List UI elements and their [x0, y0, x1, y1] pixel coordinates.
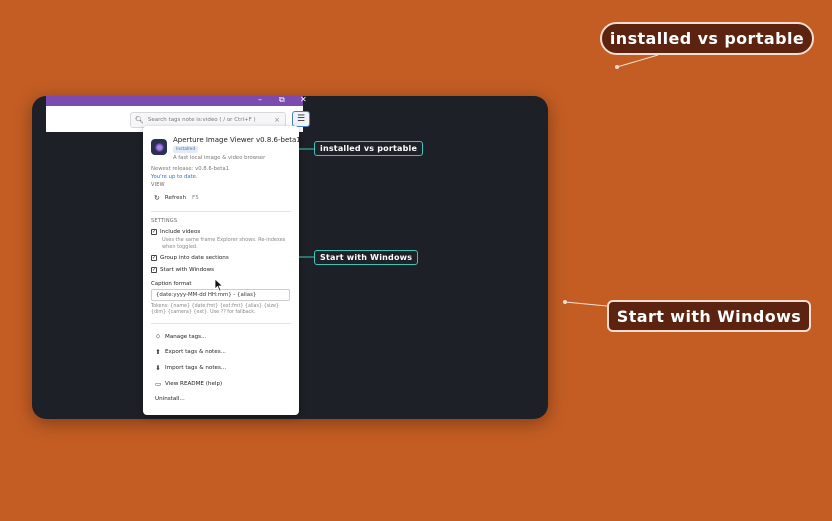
- callout-installed-vs-portable-label: installed vs portable: [314, 141, 424, 156]
- mouse-cursor-icon: [214, 278, 224, 292]
- callout-start-with-windows-label: Start with Windows: [314, 250, 419, 265]
